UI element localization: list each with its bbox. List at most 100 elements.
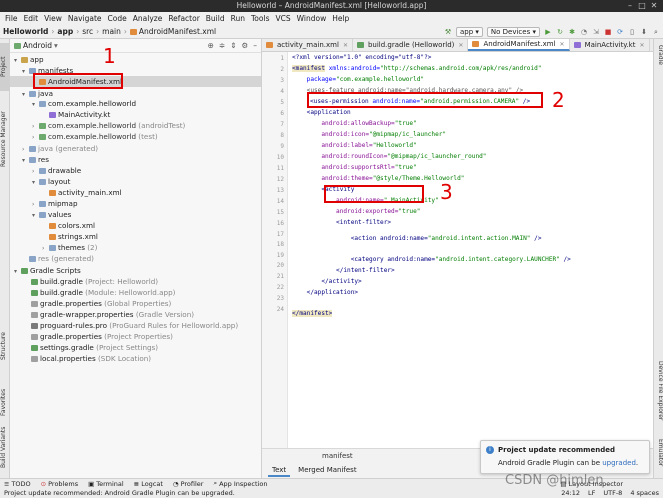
tree-gradle-scripts[interactable]: ▾ Gradle Scripts [14, 265, 81, 276]
expand-arrow-icon[interactable]: ▾ [14, 55, 21, 66]
tree-themes[interactable]: › themes (2) [42, 242, 97, 253]
menu-navigate[interactable]: Navigate [65, 12, 105, 25]
run-config-dropdown[interactable]: app ▾ [455, 27, 483, 37]
tree-drawable[interactable]: › drawable [32, 165, 81, 176]
sync-gradle-icon[interactable]: ⟳ [616, 28, 624, 36]
tree-gradle-properties-project[interactable]: gradle.properties (Project Properties) [24, 331, 173, 342]
tree-mainactivity[interactable]: MainActivity.kt [42, 109, 110, 120]
gear-icon[interactable]: ⚙ [242, 41, 249, 50]
hammer-icon[interactable]: ⚒ [444, 28, 452, 36]
tool-tab-build-variants[interactable]: Build Variants [0, 419, 10, 475]
breadcrumb-main[interactable]: main [102, 27, 121, 36]
run-icon[interactable]: ▶ [544, 28, 552, 36]
tool-tab-emulator[interactable]: Emulator [655, 439, 663, 479]
menu-run[interactable]: Run [228, 12, 248, 25]
breadcrumb-module[interactable]: app [57, 27, 73, 36]
tool-problems[interactable]: ⊙ Problems [41, 480, 78, 488]
tree-build-gradle-project[interactable]: build.gradle (Project: Helloworld) [24, 276, 158, 287]
menu-file[interactable]: File [2, 12, 21, 25]
attach-debugger-icon[interactable]: ⇲ [592, 28, 600, 36]
tree-values[interactable]: ▾ values [32, 209, 71, 220]
tool-tab-device-file-explorer[interactable]: Device File Explorer [655, 361, 663, 441]
sdk-manager-icon[interactable]: ⬇ [640, 28, 648, 36]
tree-res[interactable]: ▾ res [22, 154, 49, 165]
menu-help[interactable]: Help [329, 12, 352, 25]
tree-proguard-rules[interactable]: proguard-rules.pro (ProGuard Rules for H… [24, 320, 238, 331]
tool-tab-structure[interactable]: Structure [0, 321, 10, 371]
editor-tab-main-activity[interactable]: MainActivity.kt ✕ [570, 39, 650, 51]
close-icon[interactable]: ✕ [648, 0, 660, 12]
tree-mipmap[interactable]: › mipmap [32, 198, 78, 209]
menu-analyze[interactable]: Analyze [130, 12, 166, 25]
menu-vcs[interactable]: VCS [272, 12, 293, 25]
tree-res-generated[interactable]: res (generated) [22, 253, 94, 264]
expand-arrow-icon[interactable]: ▾ [32, 210, 39, 221]
tree-colors[interactable]: colors.xml [42, 220, 95, 231]
tool-tab-gradle[interactable]: Gradle [655, 45, 663, 85]
maximize-icon[interactable]: □ [636, 0, 648, 12]
line-separator[interactable]: LF [588, 488, 595, 498]
breadcrumb-src[interactable]: src [82, 27, 93, 36]
close-tab-icon[interactable]: ✕ [560, 39, 565, 51]
tree-settings-gradle[interactable]: settings.gradle (Project Settings) [24, 342, 158, 353]
tab-merged-manifest[interactable]: Merged Manifest [294, 465, 360, 477]
upgrade-link[interactable]: upgraded [602, 459, 636, 467]
chevron-down-icon[interactable]: ▾ [54, 41, 58, 50]
menu-refactor[interactable]: Refactor [165, 12, 202, 25]
expand-arrow-icon[interactable]: ▾ [32, 177, 39, 188]
tool-app-inspection[interactable]: ⌕ App Inspection [213, 479, 267, 488]
file-encoding[interactable]: UTF-8 [603, 488, 622, 498]
code-editor[interactable]: 1 2 3 4 5 6 7 8 9 10 11 12 13 14 15 16 17 18 19 20 21 22 23 24 … [262, 52, 653, 448]
tree-app[interactable]: ▾ app [14, 54, 44, 65]
expand-arrow-icon[interactable]: › [32, 132, 39, 143]
tree-build-gradle-module[interactable]: build.gradle (Module: Helloworld.app) [24, 287, 175, 298]
expand-all-icon[interactable]: ⇕ [230, 41, 236, 50]
tree-java-generated[interactable]: › java (generated) [22, 143, 98, 154]
tool-todo[interactable]: ≡ TODO [4, 480, 31, 488]
tree-package-main[interactable]: ▾ com.example.helloworld [32, 98, 136, 109]
collapse-all-icon[interactable]: ≑ [219, 41, 225, 50]
rerun-icon[interactable]: ↻ [556, 28, 564, 36]
tree-strings[interactable]: strings.xml [42, 231, 98, 242]
menu-view[interactable]: View [41, 12, 65, 25]
tree-local-properties[interactable]: local.properties (SDK Location) [24, 353, 151, 364]
device-dropdown[interactable]: No Devices ▾ [486, 27, 540, 37]
menu-tools[interactable]: Tools [248, 12, 272, 25]
profile-icon[interactable]: ◔ [580, 28, 588, 36]
editor-tab-build[interactable]: buil [650, 39, 653, 51]
editor-tab-activity-main[interactable]: activity_main.xml ✕ [262, 39, 353, 51]
tree-layout[interactable]: ▾ layout [32, 176, 70, 187]
expand-arrow-icon[interactable]: ▾ [22, 89, 29, 100]
indent-setting[interactable]: 4 spaces [630, 488, 659, 498]
menu-code[interactable]: Code [105, 12, 130, 25]
minimize-icon[interactable]: – [624, 0, 636, 12]
tool-logcat[interactable]: ≣ Logcat [134, 480, 163, 488]
tree-gradle-wrapper-properties[interactable]: gradle-wrapper.properties (Gradle Versio… [24, 309, 194, 320]
expand-arrow-icon[interactable]: ▾ [32, 99, 39, 110]
stop-icon[interactable]: ■ [604, 28, 612, 36]
caret-position[interactable]: 24:12 [561, 488, 580, 498]
close-tab-icon[interactable]: ✕ [343, 39, 348, 51]
editor-breadcrumb[interactable]: manifest [322, 452, 353, 460]
tree-package-test[interactable]: › com.example.helloworld (test) [32, 131, 158, 142]
tool-profiler[interactable]: ◔ Profiler [173, 480, 204, 488]
tree-package-androidtest[interactable]: › com.example.helloworld (androidTest) [32, 120, 185, 131]
expand-arrow-icon[interactable]: ▾ [14, 266, 21, 277]
status-message[interactable]: Project update recommended: Android Grad… [4, 489, 235, 497]
tab-text[interactable]: Text [268, 465, 291, 477]
device-manager-icon[interactable]: ▯ [628, 28, 636, 36]
breadcrumb-project[interactable]: Helloworld [3, 27, 48, 36]
tree-activity-main[interactable]: activity_main.xml [42, 187, 122, 198]
close-tab-icon[interactable]: ✕ [458, 39, 463, 51]
expand-arrow-icon[interactable]: ▾ [22, 155, 29, 166]
tool-tab-resource-manager[interactable]: Resource Manager [0, 99, 10, 179]
menu-build[interactable]: Build [203, 12, 228, 25]
crosshair-icon[interactable]: ⊕ [208, 41, 214, 50]
editor-tab-android-manifest[interactable]: AndroidManifest.xml ✕ [468, 39, 570, 51]
editor-tab-build-gradle[interactable]: build.gradle (Helloworld) ✕ [353, 39, 469, 51]
project-view-selector[interactable]: Android [23, 41, 52, 50]
close-tab-icon[interactable]: ✕ [639, 39, 644, 51]
search-icon[interactable]: ⌕ [652, 28, 660, 36]
tool-terminal[interactable]: ▣ Terminal [88, 480, 124, 488]
tree-gradle-properties-global[interactable]: gradle.properties (Global Properties) [24, 298, 171, 309]
